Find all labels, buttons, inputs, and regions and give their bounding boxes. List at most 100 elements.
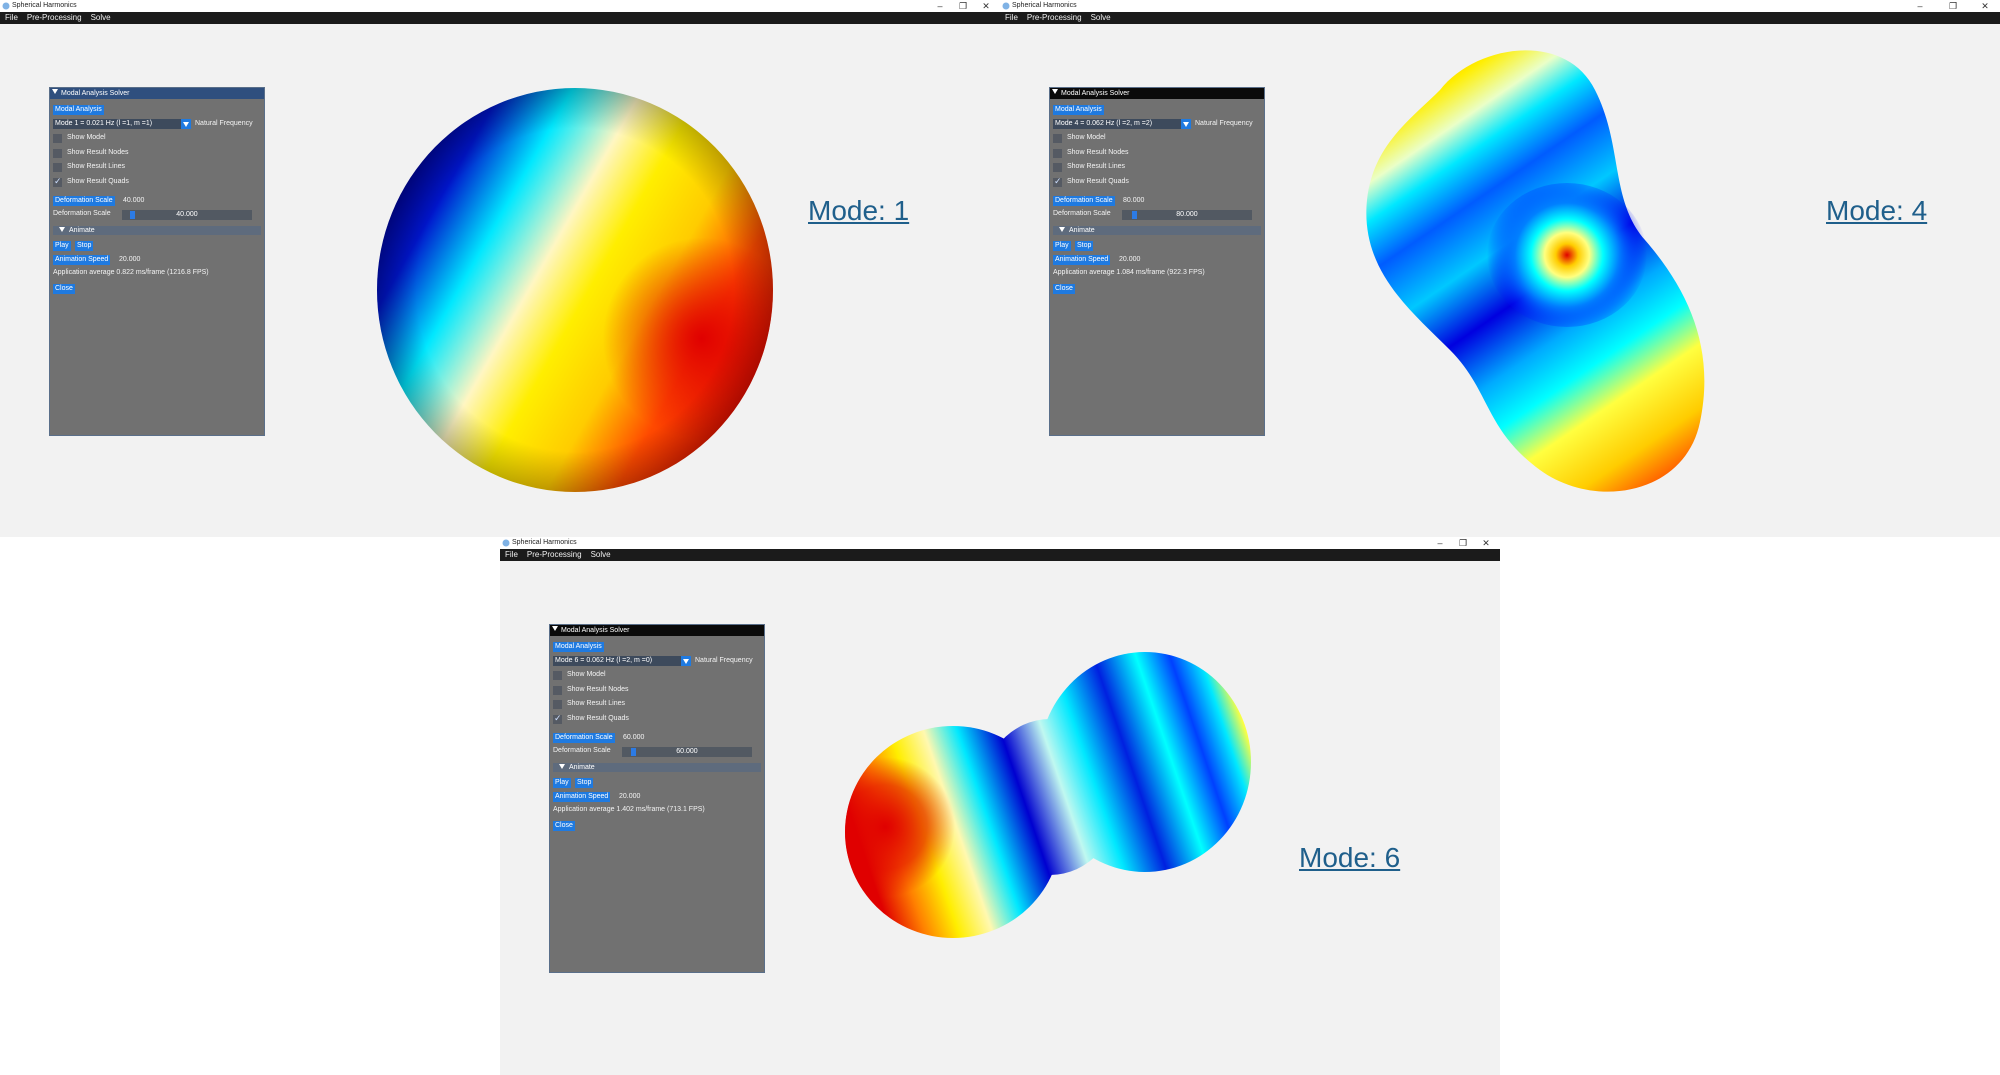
menu-pre-processing[interactable]: Pre-Processing (1022, 12, 1086, 24)
application-average-text: Application average 1.084 ms/frame (922.… (1053, 269, 1205, 276)
app-window-1: Spherical Harmonics – ❐ ✕ File Pre-Proces… (0, 0, 1000, 537)
collapse-arrow-icon[interactable] (552, 626, 558, 631)
minimize-button[interactable]: – (1905, 0, 1935, 12)
menu-bar: File Pre-Processing Solve (0, 12, 1000, 24)
play-button[interactable]: Play (53, 241, 71, 251)
animation-speed-button[interactable]: Animation Speed (53, 255, 111, 265)
dropdown-arrow-icon[interactable] (681, 656, 691, 666)
play-button[interactable]: Play (553, 778, 571, 788)
menu-bar: File Pre-Processing Solve (500, 549, 1500, 561)
slider-handle[interactable] (631, 748, 636, 756)
modal-analysis-button[interactable]: Modal Analysis (53, 105, 104, 115)
stop-button[interactable]: Stop (75, 241, 94, 251)
show-model-checkbox[interactable] (53, 134, 62, 143)
deformation-scale-button[interactable]: Deformation Scale (53, 196, 115, 206)
deformation-scale-slider[interactable]: 40.000 (122, 210, 252, 220)
menu-pre-processing[interactable]: Pre-Processing (22, 12, 86, 24)
deformation-scale-button[interactable]: Deformation Scale (553, 733, 615, 743)
app-icon (1002, 2, 1010, 10)
show-result-nodes-label: Show Result Nodes (1067, 149, 1129, 156)
animation-speed-value: 20.000 (1119, 256, 1141, 263)
slider-handle[interactable] (1132, 211, 1137, 219)
animate-label: Animate (569, 764, 595, 771)
menu-solve[interactable]: Solve (586, 549, 615, 561)
panel-title-bar[interactable]: Modal Analysis Solver (50, 88, 264, 99)
panel-title-bar[interactable]: Modal Analysis Solver (550, 625, 764, 636)
deformation-scale-slider-label: Deformation Scale (553, 747, 611, 754)
window-title: Spherical Harmonics (12, 2, 77, 9)
show-result-quads-checkbox[interactable]: ✓ (53, 176, 62, 187)
show-result-quads-checkbox[interactable]: ✓ (1053, 176, 1062, 187)
show-result-nodes-label: Show Result Nodes (67, 149, 129, 156)
menu-file[interactable]: File (500, 549, 522, 561)
show-model-label: Show Model (1067, 134, 1106, 141)
deformation-scale-value: 40.000 (123, 197, 145, 204)
mode-select[interactable]: Mode 1 = 0.021 Hz (l =1, m =1) (53, 119, 181, 129)
show-result-nodes-checkbox[interactable] (553, 686, 562, 695)
collapse-arrow-icon[interactable] (559, 764, 565, 769)
close-panel-button[interactable]: Close (53, 284, 75, 294)
dropdown-arrow-icon[interactable] (181, 119, 191, 129)
title-bar: Spherical Harmonics – ❐ ✕ (500, 537, 1500, 549)
show-result-quads-checkbox[interactable]: ✓ (553, 713, 562, 724)
animation-speed-button[interactable]: Animation Speed (1053, 255, 1111, 265)
natural-frequency-label: Natural Frequency (195, 120, 253, 127)
show-model-label: Show Model (67, 134, 106, 141)
deformation-scale-slider[interactable]: 80.000 (1122, 210, 1252, 220)
dropdown-arrow-icon[interactable] (1181, 119, 1191, 129)
mode-select[interactable]: Mode 6 = 0.062 Hz (l =2, m =0) (553, 656, 681, 666)
panel-title-bar[interactable]: Modal Analysis Solver (1050, 88, 1264, 99)
show-model-checkbox[interactable] (1053, 134, 1062, 143)
collapse-arrow-icon[interactable] (52, 89, 58, 94)
close-window-button[interactable]: ✕ (1471, 537, 1500, 549)
menu-solve[interactable]: Solve (1086, 12, 1115, 24)
title-bar: Spherical Harmonics – ❐ ✕ (1000, 0, 2000, 12)
close-panel-button[interactable]: Close (1053, 284, 1075, 294)
menu-bar: File Pre-Processing Solve (1000, 12, 2000, 24)
menu-pre-processing[interactable]: Pre-Processing (522, 549, 586, 561)
menu-file[interactable]: File (0, 12, 22, 24)
checkmark-icon: ✓ (1054, 176, 1062, 186)
animation-speed-value: 20.000 (619, 793, 641, 800)
slider-handle[interactable] (130, 211, 135, 219)
menu-solve[interactable]: Solve (86, 12, 115, 24)
close-panel-button[interactable]: Close (553, 821, 575, 831)
close-window-button[interactable]: ✕ (971, 0, 1000, 12)
show-result-nodes-checkbox[interactable] (53, 149, 62, 158)
show-result-nodes-checkbox[interactable] (1053, 149, 1062, 158)
animate-section-header[interactable]: Animate (53, 226, 261, 235)
animate-label: Animate (1069, 227, 1095, 234)
stop-button[interactable]: Stop (575, 778, 594, 788)
stop-button[interactable]: Stop (1075, 241, 1094, 251)
red-cap (845, 726, 1061, 938)
show-result-lines-checkbox[interactable] (553, 700, 562, 709)
deformation-scale-button[interactable]: Deformation Scale (1053, 196, 1115, 206)
restore-button[interactable]: ❐ (1938, 0, 1968, 12)
slider-value: 40.000 (176, 211, 198, 218)
app-icon (502, 539, 510, 547)
mode-shape-render (1366, 50, 1705, 492)
panel-title: Modal Analysis Solver (561, 627, 630, 634)
show-result-lines-checkbox[interactable] (53, 163, 62, 172)
modal-analysis-button[interactable]: Modal Analysis (1053, 105, 1104, 115)
slider-value: 80.000 (1176, 211, 1198, 218)
animation-speed-button[interactable]: Animation Speed (553, 792, 611, 802)
collapse-arrow-icon[interactable] (1059, 227, 1065, 232)
modal-analysis-button[interactable]: Modal Analysis (553, 642, 604, 652)
close-window-button[interactable]: ✕ (1970, 0, 2000, 12)
deformation-scale-slider[interactable]: 60.000 (622, 747, 752, 757)
show-result-lines-checkbox[interactable] (1053, 163, 1062, 172)
show-model-checkbox[interactable] (553, 671, 562, 680)
show-result-quads-label: Show Result Quads (1067, 178, 1129, 185)
collapse-arrow-icon[interactable] (59, 227, 65, 232)
show-result-lines-label: Show Result Lines (567, 700, 625, 707)
mode-select[interactable]: Mode 4 = 0.062 Hz (l =2, m =2) (1053, 119, 1181, 129)
play-button[interactable]: Play (1053, 241, 1071, 251)
animate-section-header[interactable]: Animate (1053, 226, 1261, 235)
animate-section-header[interactable]: Animate (553, 763, 761, 772)
collapse-arrow-icon[interactable] (1052, 89, 1058, 94)
deformation-scale-slider-label: Deformation Scale (1053, 210, 1111, 217)
menu-file[interactable]: File (1000, 12, 1022, 24)
central-lobe (1487, 183, 1647, 327)
show-result-nodes-label: Show Result Nodes (567, 686, 629, 693)
